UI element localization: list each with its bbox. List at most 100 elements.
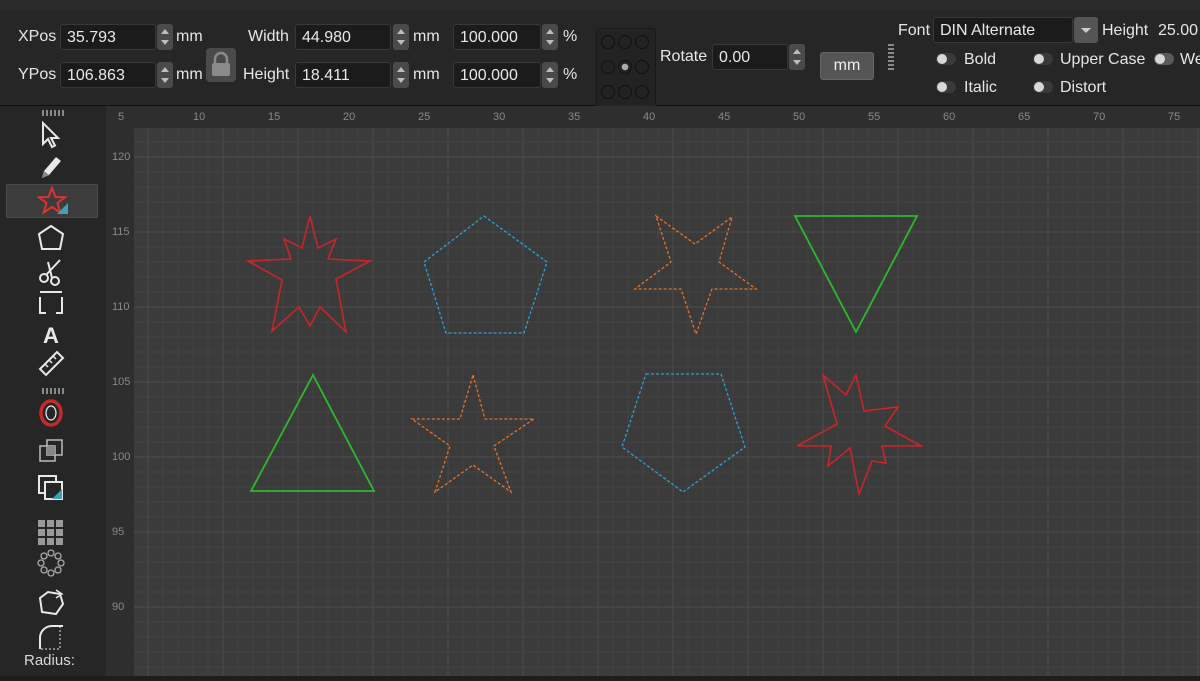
xpos-unit: mm [176, 28, 203, 45]
anchor-bottom-center[interactable] [618, 85, 632, 99]
anchor-middle-left[interactable] [601, 60, 615, 74]
anchor-point-grid[interactable] [596, 28, 656, 110]
bracket-icon [39, 291, 63, 314]
select-tool-button[interactable] [22, 120, 82, 150]
sidebar-grip-handle[interactable] [42, 110, 64, 116]
upper-case-toggle[interactable] [1033, 53, 1053, 65]
weld-toggle[interactable] [1154, 53, 1174, 65]
copy-tool-button[interactable] [22, 472, 82, 502]
ypos-input[interactable]: 106.863 [60, 62, 156, 88]
font-height-label: Height [1102, 22, 1149, 39]
grid-array-tool-button[interactable] [22, 518, 82, 548]
draw-tool-button[interactable] [22, 152, 82, 182]
rectangle-tool-button[interactable] [22, 288, 82, 318]
font-height-value[interactable]: 25.00 [1158, 21, 1198, 41]
distort-toggle[interactable] [1033, 81, 1053, 93]
toolbar-grip-handle[interactable] [888, 44, 894, 72]
star-tool-button[interactable] [6, 184, 98, 218]
ruler-top-tick-label: 70 [1093, 111, 1106, 123]
measure-tool-button[interactable] [22, 348, 82, 378]
copy-icon [38, 475, 63, 500]
ruler-top-tick-label: 10 [193, 111, 206, 123]
width-stepper[interactable] [393, 24, 409, 50]
upper-case-label: Upper Case [1060, 51, 1146, 68]
offset-tool-button[interactable] [22, 398, 82, 428]
offset-icon [39, 399, 63, 427]
bold-toggle[interactable] [936, 53, 956, 65]
radius-label: Radius: [24, 652, 75, 669]
ypos-label: YPos [18, 66, 57, 83]
anchor-bottom-left[interactable] [601, 85, 615, 99]
corner-radius-icon [39, 625, 63, 650]
scale-height-stepper[interactable] [542, 62, 558, 88]
weld-label: We [1180, 51, 1200, 68]
height-stepper[interactable] [393, 62, 409, 88]
ypos-stepper[interactable] [157, 62, 173, 88]
ruler-top-tick-label: 65 [1018, 111, 1031, 123]
anchor-center[interactable] [618, 60, 632, 74]
horizontal-ruler[interactable]: 5 10 15 20 25 30 35 40 45 50 55 60 65 70 75 [106, 106, 1200, 129]
scale-height-input[interactable]: 100.000 [453, 62, 541, 88]
ypos-unit: mm [176, 66, 203, 83]
canvas-background [134, 128, 1200, 676]
bold-label: Bold [964, 51, 997, 68]
polygon-tool-button[interactable] [22, 223, 82, 253]
width-unit: mm [413, 28, 440, 45]
ruler-top-tick-label: 35 [568, 111, 581, 123]
corner-radius-tool-button[interactable] [22, 622, 82, 652]
font-label: Font [898, 22, 931, 39]
ruler-top-tick-label: 55 [868, 111, 881, 123]
ruler-top-tick-label: 45 [718, 111, 731, 123]
grid-array-icon [38, 520, 63, 545]
text-icon: A [43, 323, 59, 348]
distort-label: Distort [1060, 79, 1107, 96]
ruler-left-tick-label: 105 [112, 376, 131, 388]
anchor-top-center[interactable] [618, 35, 632, 49]
svg-text:A: A [43, 323, 59, 348]
cut-tool-button[interactable] [22, 256, 82, 286]
rotate-stepper[interactable] [789, 44, 805, 70]
rotate-node-icon [38, 589, 65, 616]
polygon-icon [37, 224, 65, 250]
italic-label: Italic [964, 79, 997, 96]
window-top-strip [0, 0, 1200, 10]
circular-array-tool-button[interactable] [22, 548, 82, 578]
properties-toolbar: XPos 35.793 mm YPos 106.863 mm Width 44.… [0, 10, 1200, 110]
sidebar-grip-handle-2[interactable] [42, 388, 64, 394]
chevron-down-icon [1081, 28, 1091, 33]
star-polygon-icon [37, 185, 68, 215]
italic-toggle[interactable] [936, 81, 956, 93]
scale-width-stepper[interactable] [542, 24, 558, 50]
ruler-top-tick-label: 30 [493, 111, 506, 123]
xpos-stepper[interactable] [157, 24, 173, 50]
height-input[interactable]: 18.411 [295, 62, 391, 88]
boolean-tool-button[interactable] [22, 436, 82, 466]
vertical-ruler[interactable]: 120 115 110 105 100 95 90 [106, 128, 134, 676]
anchor-middle-right[interactable] [635, 60, 649, 74]
canvas-svg [134, 128, 1200, 676]
anchor-bottom-right[interactable] [635, 85, 649, 99]
width-input[interactable]: 44.980 [295, 24, 391, 50]
ruler-left-tick-label: 95 [112, 526, 125, 538]
rotate-input[interactable]: 0.00 [712, 44, 788, 70]
anchor-top-left[interactable] [601, 35, 615, 49]
ruler-icon [38, 350, 65, 377]
ruler-top-tick-label: 5 [118, 111, 125, 123]
anchor-top-right[interactable] [635, 35, 649, 49]
scale-width-input[interactable]: 100.000 [453, 24, 541, 50]
xpos-input[interactable]: 35.793 [60, 24, 156, 50]
ruler-top-tick-label: 60 [943, 111, 956, 123]
ruler-top-tick-label: 25 [418, 111, 431, 123]
design-canvas[interactable] [134, 128, 1200, 676]
ruler-left-tick-label: 115 [112, 226, 130, 238]
text-tool-button[interactable]: A [22, 320, 82, 350]
font-select[interactable]: DIN Alternate [933, 17, 1073, 43]
font-dropdown-button[interactable] [1074, 17, 1098, 43]
ruler-top-tick-label: 20 [343, 111, 356, 123]
scissors-icon [39, 259, 61, 286]
ruler-top-tick-label: 15 [268, 111, 281, 123]
ruler-left-tick-label: 90 [112, 601, 125, 613]
units-toggle-button[interactable]: mm [820, 52, 874, 80]
rotate-node-tool-button[interactable] [22, 588, 82, 618]
lock-aspect-button[interactable] [206, 48, 236, 82]
